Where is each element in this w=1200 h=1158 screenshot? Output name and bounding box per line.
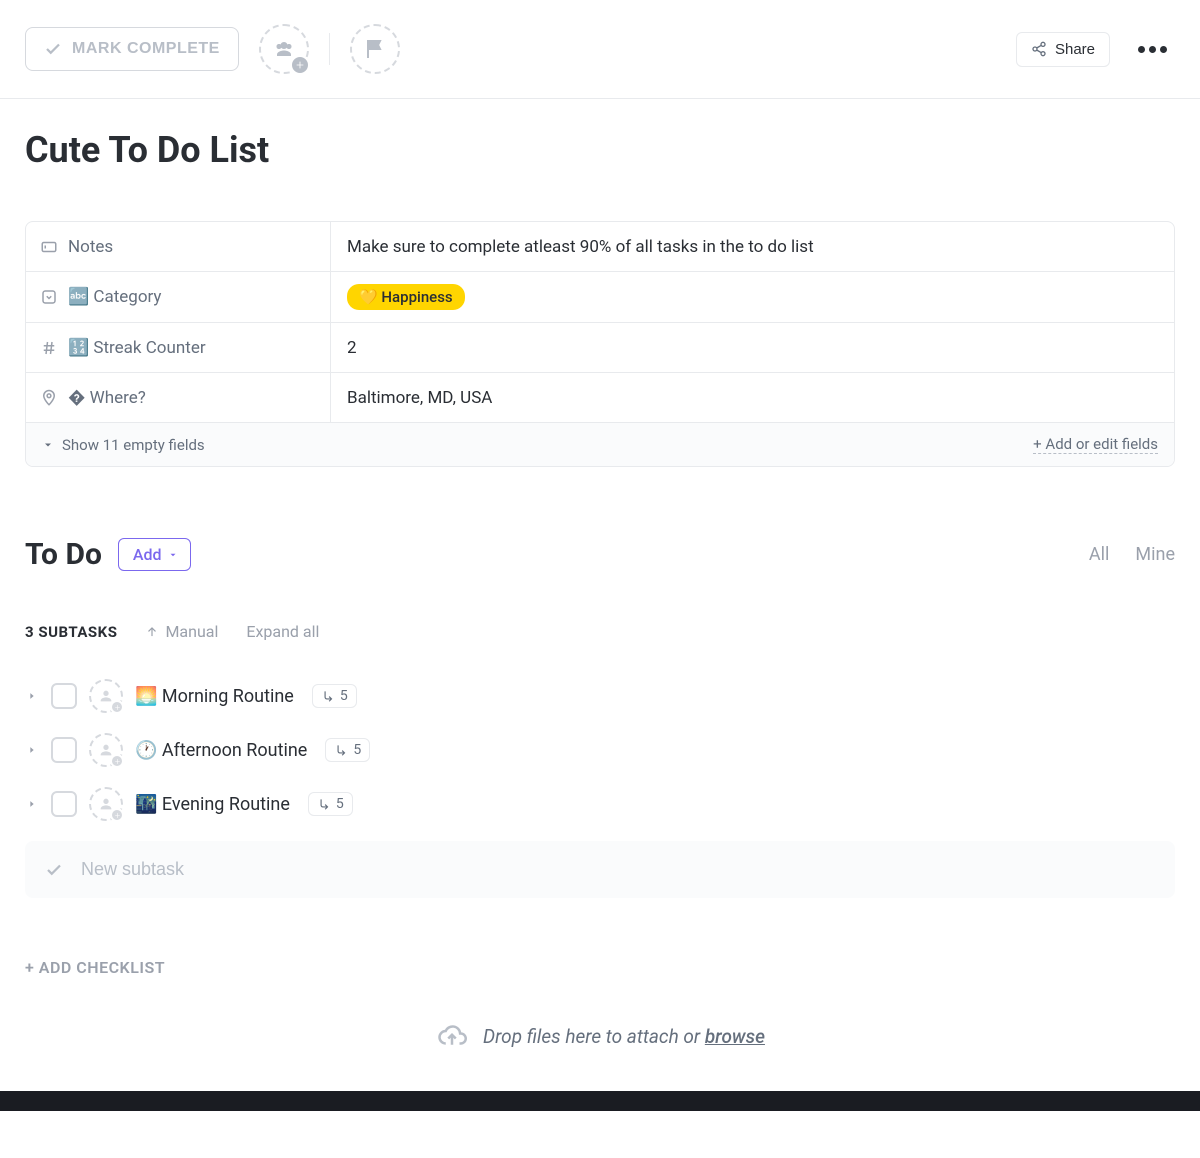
subtask-row[interactable]: 🌅 Morning Routine 5 <box>25 669 1175 723</box>
dropdown-icon <box>40 288 58 306</box>
new-subtask-input[interactable] <box>81 859 1155 880</box>
priority-button[interactable] <box>350 24 400 74</box>
content: Cute To Do List Notes Make sure to compl… <box>0 99 1200 1091</box>
fields-footer: Show 11 empty fields + Add or edit field… <box>26 423 1174 466</box>
toolbar: MARK COMPLETE Share <box>0 0 1200 99</box>
add-button[interactable]: Add <box>118 538 191 571</box>
page-title: Cute To Do List <box>25 129 1175 171</box>
expand-all-button[interactable]: Expand all <box>246 622 319 641</box>
field-value-where[interactable]: Baltimore, MD, USA <box>331 373 1174 422</box>
share-button[interactable]: Share <box>1016 32 1110 67</box>
expand-chevron[interactable] <box>25 745 39 755</box>
category-tag: 💛 Happiness <box>347 284 465 310</box>
subtask-title: 🌃 Evening Routine <box>135 794 290 815</box>
tab-mine[interactable]: Mine <box>1135 544 1175 565</box>
field-value-notes[interactable]: Make sure to complete atleast 90% of all… <box>331 222 1174 271</box>
number-icon <box>40 339 58 357</box>
field-row-notes: Notes Make sure to complete atleast 90% … <box>26 222 1174 272</box>
field-label: 🔢 Streak Counter <box>26 323 331 372</box>
expand-chevron[interactable] <box>25 691 39 701</box>
share-label: Share <box>1055 41 1095 58</box>
subtask-row[interactable]: 🌃 Evening Routine 5 <box>25 777 1175 831</box>
add-assignee-badge <box>290 55 310 75</box>
section-header: To Do Add All Mine <box>25 537 1175 572</box>
mark-complete-label: MARK COMPLETE <box>72 40 220 58</box>
assignee-button[interactable] <box>89 733 123 767</box>
assignee-button[interactable] <box>89 787 123 821</box>
caret-down-icon <box>42 439 54 451</box>
subtask-list: 🌅 Morning Routine 5 🕐 Afternoon Routine … <box>25 669 1175 831</box>
subtask-checkbox[interactable] <box>51 791 77 817</box>
share-icon <box>1031 41 1047 57</box>
new-subtask-row[interactable] <box>25 841 1175 898</box>
plus-icon <box>110 700 124 714</box>
subtask-count-badge[interactable]: 5 <box>312 684 357 708</box>
subtask-title: 🌅 Morning Routine <box>135 686 294 707</box>
subtask-icon <box>317 797 331 811</box>
mark-complete-button[interactable]: MARK COMPLETE <box>25 27 239 71</box>
check-icon <box>44 40 62 58</box>
subtask-count-badge[interactable]: 5 <box>325 738 370 762</box>
text-icon <box>40 238 58 256</box>
add-checklist-button[interactable]: + ADD CHECKLIST <box>25 958 1175 977</box>
dropzone-text: Drop files here to attach or browse <box>483 1025 765 1048</box>
divider <box>329 33 330 65</box>
field-label: � Where? <box>26 373 331 422</box>
cloud-upload-icon <box>435 1021 469 1051</box>
assignee-button[interactable] <box>89 679 123 713</box>
subtask-title: 🕐 Afternoon Routine <box>135 740 307 761</box>
field-label: 🔤 Category <box>26 272 331 322</box>
plus-icon <box>110 754 124 768</box>
check-icon <box>45 861 63 879</box>
attachment-dropzone[interactable]: Drop files here to attach or browse <box>25 997 1175 1091</box>
plus-icon <box>110 808 124 822</box>
subtasks-bar: 3 SUBTASKS Manual Expand all <box>25 622 1175 641</box>
field-label: Notes <box>26 222 331 271</box>
assignees-button[interactable] <box>259 24 309 74</box>
arrow-up-icon <box>145 625 159 639</box>
subtask-checkbox[interactable] <box>51 683 77 709</box>
subtask-count-badge[interactable]: 5 <box>308 792 353 816</box>
dot-icon <box>1160 46 1167 53</box>
subtasks-count: 3 SUBTASKS <box>25 623 117 641</box>
section-tabs: All Mine <box>1089 544 1175 565</box>
location-icon <box>40 389 58 407</box>
subtask-row[interactable]: 🕐 Afternoon Routine 5 <box>25 723 1175 777</box>
subtask-icon <box>334 743 348 757</box>
field-row-category: 🔤 Category 💛 Happiness <box>26 272 1174 323</box>
field-row-streak: 🔢 Streak Counter 2 <box>26 323 1174 373</box>
field-row-where: � Where? Baltimore, MD, USA <box>26 373 1174 423</box>
bottom-bar <box>0 1091 1200 1111</box>
tab-all[interactable]: All <box>1089 544 1110 565</box>
dot-icon <box>1138 46 1145 53</box>
field-value-category[interactable]: 💛 Happiness <box>331 272 1174 322</box>
fields-table: Notes Make sure to complete atleast 90% … <box>25 221 1175 467</box>
section-title: To Do <box>25 537 102 572</box>
subtask-checkbox[interactable] <box>51 737 77 763</box>
sort-button[interactable]: Manual <box>145 622 218 641</box>
add-edit-fields-link[interactable]: + Add or edit fields <box>1033 435 1158 454</box>
caret-down-icon <box>168 550 178 560</box>
flag-icon <box>363 37 387 61</box>
subtask-icon <box>321 689 335 703</box>
more-button[interactable] <box>1130 38 1175 61</box>
field-value-streak[interactable]: 2 <box>331 323 1174 372</box>
expand-chevron[interactable] <box>25 799 39 809</box>
dot-icon <box>1149 46 1156 53</box>
browse-link[interactable]: browse <box>705 1025 765 1048</box>
show-empty-fields-button[interactable]: Show 11 empty fields <box>42 436 205 454</box>
